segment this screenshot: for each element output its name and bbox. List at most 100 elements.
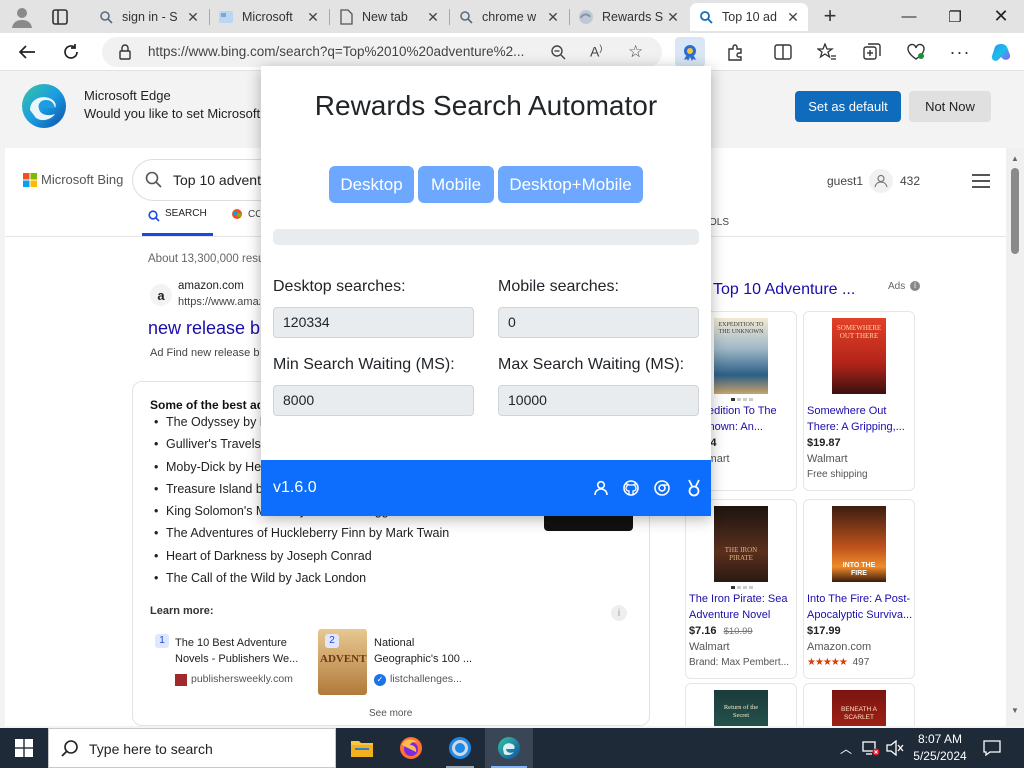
copilot-icon[interactable] bbox=[987, 37, 1017, 67]
rewards-extension-popup: Rewards Search Automator Desktop Mobile … bbox=[261, 66, 711, 516]
scroll-down-arrow[interactable]: ▼ bbox=[1011, 706, 1019, 715]
popup-footer: v1.6.0 bbox=[261, 460, 711, 516]
desktop-button[interactable]: Desktop bbox=[329, 166, 414, 203]
rewards-points[interactable]: 432 bbox=[900, 174, 920, 188]
desktop-mobile-button[interactable]: Desktop+Mobile bbox=[498, 166, 643, 203]
close-icon[interactable]: ✕ bbox=[426, 9, 440, 26]
carousel-dots bbox=[686, 586, 798, 590]
refresh-button[interactable] bbox=[56, 37, 86, 67]
min-wait-input[interactable]: 8000 bbox=[273, 385, 474, 416]
mobile-searches-input[interactable]: 0 bbox=[498, 307, 699, 338]
max-wait-input[interactable]: 10000 bbox=[498, 385, 699, 416]
see-more-link[interactable]: See more bbox=[369, 708, 412, 719]
desktop-searches-input[interactable]: 120334 bbox=[273, 307, 474, 338]
scrollbar-thumb[interactable] bbox=[1011, 168, 1019, 254]
ads-header[interactable]: Top 10 Adventure ... bbox=[713, 281, 855, 299]
browser-essentials-icon[interactable] bbox=[901, 37, 931, 67]
bing-tab-copilot[interactable]: COPILOT bbox=[231, 208, 260, 220]
ad-card-secret[interactable]: Return of the Secret bbox=[685, 683, 797, 726]
file-explorer-icon[interactable] bbox=[338, 728, 386, 768]
github-icon[interactable] bbox=[623, 480, 639, 499]
close-icon[interactable]: ✕ bbox=[306, 9, 320, 26]
back-button[interactable] bbox=[12, 37, 42, 67]
ad-title-link[interactable]: new release books bbox=[148, 318, 260, 339]
close-icon[interactable]: ✕ bbox=[186, 9, 200, 26]
answer-list-item: • Heart of Darkness by Joseph Conrad bbox=[154, 548, 372, 563]
source-site: listchallenges... bbox=[390, 673, 462, 685]
restore-button[interactable]: ❐ bbox=[932, 0, 978, 33]
lock-icon[interactable] bbox=[118, 44, 132, 63]
bing-logo[interactable]: Microsoft Bing bbox=[23, 172, 123, 187]
network-icon[interactable] bbox=[862, 740, 880, 759]
rewards-extension-icon[interactable] bbox=[675, 37, 705, 67]
set-default-button[interactable]: Set as default bbox=[795, 91, 901, 122]
clock-date[interactable]: 5/25/2024 bbox=[908, 749, 972, 763]
source-title[interactable]: The 10 Best Adventure Novels - Publisher… bbox=[175, 635, 300, 667]
ad-card-iron-pirate[interactable]: off THE IRON PIRATE The Iron Pirate: Sea… bbox=[685, 499, 797, 679]
edge-taskbar-icon[interactable] bbox=[485, 728, 533, 768]
info-icon[interactable]: i bbox=[611, 605, 627, 621]
close-window-button[interactable]: ✕ bbox=[978, 0, 1024, 33]
tab-title: Microsoft bbox=[242, 10, 293, 24]
scroll-up-arrow[interactable]: ▲ bbox=[1011, 154, 1019, 163]
profile-avatar-icon[interactable] bbox=[10, 5, 34, 29]
ad-site-url[interactable]: https://www.amazon.com bbox=[178, 296, 260, 308]
close-icon[interactable]: ✕ bbox=[786, 9, 800, 26]
show-hidden-icons-chevron-icon[interactable]: ︿ bbox=[840, 740, 852, 757]
mobile-button[interactable]: Mobile bbox=[418, 166, 494, 203]
tab-sign-in[interactable]: sign in - S ✕ bbox=[90, 3, 208, 31]
chrome-icon[interactable] bbox=[436, 728, 484, 768]
zoom-out-icon[interactable] bbox=[550, 44, 566, 63]
new-tab-button[interactable]: + bbox=[818, 3, 842, 29]
tab-top-10-active[interactable]: Top 10 ad ✕ bbox=[690, 3, 808, 31]
rating-count: 497 bbox=[852, 657, 870, 668]
favorites-icon[interactable] bbox=[812, 37, 842, 67]
user-name[interactable]: guest1 bbox=[827, 174, 863, 188]
read-aloud-icon[interactable]: A) bbox=[590, 43, 602, 60]
ads-label: Ads bbox=[888, 281, 906, 292]
volume-muted-icon[interactable] bbox=[886, 739, 904, 759]
clock-time[interactable]: 8:07 AM bbox=[915, 732, 965, 746]
ad-card-price-row: $7.16 $10.99 bbox=[689, 625, 753, 637]
tab-chrome[interactable]: chrome w ✕ bbox=[450, 3, 568, 31]
notification-center-icon[interactable] bbox=[983, 739, 1001, 760]
ad-card-scarlet[interactable]: BENEATH A SCARLET bbox=[803, 683, 915, 726]
tab-microsoft[interactable]: Microsoft ✕ bbox=[210, 3, 328, 31]
ad-card-into-the-fire[interactable]: INTO THE FIRE Into The Fire: A Post- Apo… bbox=[803, 499, 915, 679]
rewards-medal-icon[interactable] bbox=[686, 479, 702, 500]
page-scrollbar[interactable]: ▲ ▼ bbox=[1006, 148, 1024, 726]
copilot-icon bbox=[232, 209, 242, 219]
more-menu-icon[interactable]: ··· bbox=[945, 37, 975, 67]
bing-tab-search[interactable]: SEARCH bbox=[142, 208, 213, 236]
answer-list-item: • The Adventures of Huckleberry Finn by M… bbox=[154, 526, 450, 541]
ad-card-title: Into The Fire: A Post- bbox=[807, 593, 911, 605]
answer-list-item: • The Call of the Wild by Jack London bbox=[154, 571, 367, 586]
minimize-button[interactable]: — bbox=[886, 0, 932, 33]
tab-actions-icon[interactable] bbox=[50, 7, 70, 27]
extensions-icon[interactable] bbox=[720, 37, 750, 67]
ads-info-icon[interactable]: i bbox=[910, 281, 920, 291]
firefox-icon[interactable] bbox=[387, 728, 435, 768]
ad-card-title-2: There: A Gripping,... bbox=[807, 421, 905, 433]
address-bar[interactable]: https://www.bing.com/search?q=Top%2010%2… bbox=[102, 37, 662, 67]
close-icon[interactable]: ✕ bbox=[546, 9, 560, 26]
close-icon[interactable]: ✕ bbox=[666, 9, 680, 26]
not-now-button[interactable]: Not Now bbox=[909, 91, 991, 122]
url-text[interactable]: https://www.bing.com/search?q=Top%2010%2… bbox=[148, 44, 548, 59]
source-title[interactable]: National Geographic's 100 ... bbox=[374, 635, 479, 667]
favorite-star-icon[interactable]: ☆ bbox=[628, 42, 643, 62]
collections-icon[interactable] bbox=[857, 37, 887, 67]
user-avatar-icon[interactable] bbox=[869, 169, 893, 193]
hamburger-menu-icon[interactable] bbox=[972, 174, 990, 191]
start-button[interactable] bbox=[0, 728, 48, 768]
split-screen-icon[interactable] bbox=[768, 37, 798, 67]
chrome-store-icon[interactable] bbox=[654, 480, 670, 499]
edge-icon bbox=[578, 9, 594, 25]
microsoft-page-icon bbox=[218, 9, 234, 25]
tab-rewards[interactable]: Rewards S ✕ bbox=[570, 3, 688, 31]
tab-new-tab[interactable]: New tab ✕ bbox=[330, 3, 448, 31]
search-icon bbox=[61, 740, 79, 761]
author-icon[interactable] bbox=[593, 480, 609, 499]
taskbar-search-box[interactable]: Type here to search bbox=[48, 728, 336, 768]
ad-card-somewhere[interactable]: SOMEWHERE OUT THERE Somewhere Out There:… bbox=[803, 311, 915, 491]
